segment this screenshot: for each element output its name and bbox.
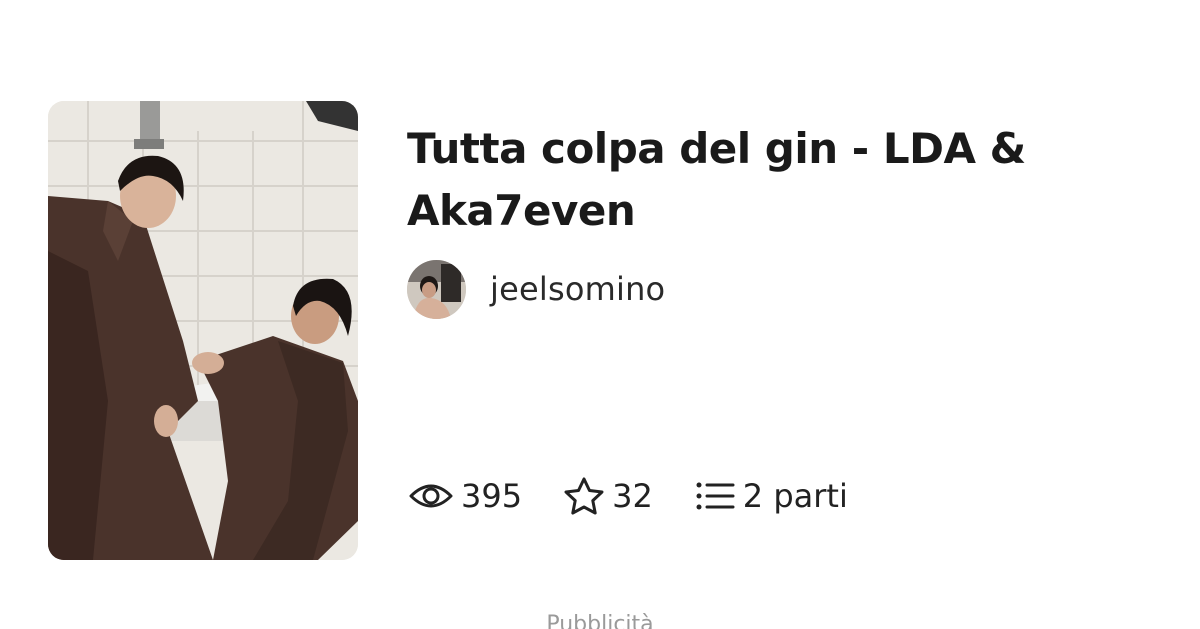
eye-icon — [409, 480, 453, 512]
star-icon — [564, 477, 604, 515]
list-icon — [695, 480, 735, 512]
author-link[interactable]: jeelsomino — [407, 258, 665, 320]
author-avatar[interactable] — [407, 259, 466, 319]
votes-stat: 32 — [564, 477, 653, 515]
reads-stat: 395 — [409, 477, 522, 515]
story-info-page: Tutta colpa del gin - LDA & Aka7even jee… — [0, 0, 1200, 629]
story-cover-image[interactable] — [48, 101, 358, 560]
story-title: Tutta colpa del gin - LDA & Aka7even — [407, 124, 1026, 235]
votes-count: 32 — [612, 477, 653, 515]
author-name[interactable]: jeelsomino — [490, 270, 665, 308]
reads-count: 395 — [461, 477, 523, 515]
parts-count[interactable]: 2 parti — [743, 477, 848, 515]
story-stats: 395 32 2 parti — [409, 470, 890, 522]
parts-stat: 2 parti — [695, 477, 848, 515]
ad-separator: Pubblicità — [122, 612, 1078, 629]
ad-label: Pubblicità — [546, 612, 654, 629]
